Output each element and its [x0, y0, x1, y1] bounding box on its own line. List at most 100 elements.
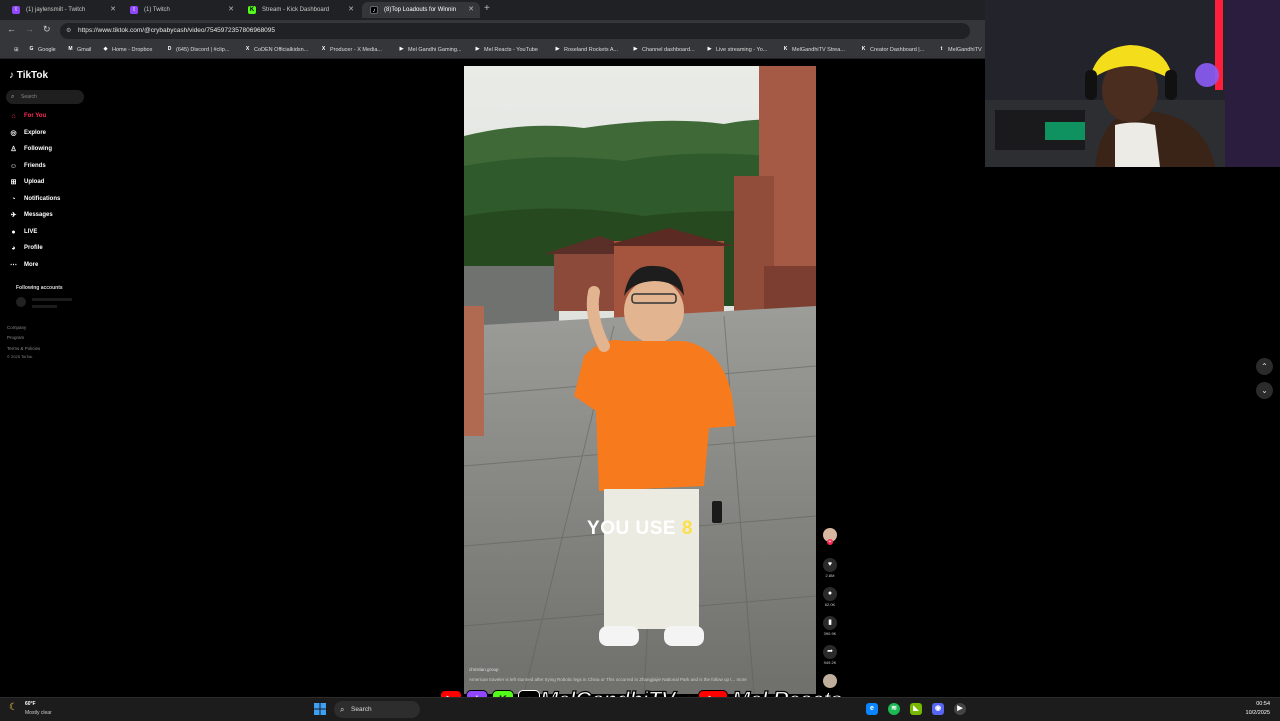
- close-icon[interactable]: ✕: [348, 2, 354, 18]
- twitch-icon: t: [130, 6, 138, 14]
- bookmark-label: Mel Gandhi Gaming...: [408, 47, 462, 53]
- apps-icon[interactable]: ⊞: [4, 45, 19, 55]
- bookmark-button[interactable]: ▮ 390.9K: [822, 616, 838, 636]
- edge-icon[interactable]: e: [866, 703, 878, 715]
- weather-description[interactable]: Mostly clear: [25, 710, 52, 716]
- discord-icon[interactable]: ◉: [932, 703, 944, 715]
- bookmark-favicon-icon: ▶: [399, 46, 404, 52]
- sidebar-item-label: More: [24, 261, 39, 268]
- footer-link-terms[interactable]: Terms & Policies: [7, 346, 40, 351]
- bookmark-item[interactable]: ▶ Live streaming - Yo...: [706, 45, 768, 55]
- nvidia-icon[interactable]: ◣: [910, 703, 922, 715]
- follow-plus-icon[interactable]: +: [827, 539, 833, 545]
- bookmark-item[interactable]: ▶ Channel dashboard...: [632, 45, 695, 55]
- video-description[interactable]: American traveler is left stunned after …: [469, 677, 819, 682]
- tab-title: Stream - Kick Dashboard: [262, 7, 330, 13]
- bookmark-label: Roseland Rockets A...: [564, 47, 619, 53]
- creator-avatar[interactable]: +: [822, 528, 838, 545]
- live-icon: ●: [11, 228, 16, 236]
- clock-date[interactable]: 10/2/2025: [1238, 710, 1270, 716]
- compass-icon: ◎: [10, 129, 17, 137]
- caption-text: YOU USE: [587, 518, 682, 539]
- sidebar-item-label: Upload: [24, 179, 45, 185]
- bookmark-item[interactable]: ◆ Home - Dropbox: [102, 45, 153, 55]
- bookmark-item[interactable]: ▶ Mel Reacts - YouTube: [474, 45, 538, 55]
- new-tab-button[interactable]: +: [484, 3, 490, 14]
- sidebar-item-upload[interactable]: ⊞ Upload: [9, 178, 45, 187]
- bookmark-favicon-icon: ▶: [475, 46, 480, 52]
- bookmark-item[interactable]: D (645) Discord | #clip...: [166, 45, 230, 55]
- bookmarks-bar: ⊞ G Google M Gmail ◆ Home - Dropbox D (645) Dis…: [0, 42, 985, 59]
- video-author[interactable]: christian.group: [469, 667, 499, 672]
- bookmark-favicon-icon: ▶: [707, 46, 712, 52]
- sidebar-item-label: For You: [24, 113, 47, 119]
- bookmark-item[interactable]: K Creator Dashboard |...: [860, 45, 925, 55]
- copyright: © 2025 TikTok: [7, 354, 33, 359]
- clock-time[interactable]: 00:54: [1238, 701, 1270, 707]
- sidebar-item-label: Notifications: [24, 195, 61, 202]
- forward-arrow-icon[interactable]: →: [25, 24, 34, 34]
- sidebar-item-more[interactable]: ⋯ More: [9, 261, 38, 270]
- close-icon[interactable]: ✕: [468, 2, 474, 18]
- spotify-icon[interactable]: ≋: [888, 703, 900, 715]
- taskbar-search[interactable]: ⌕ Search: [334, 701, 420, 718]
- close-icon[interactable]: ✕: [110, 2, 116, 18]
- sidebar-item-explore[interactable]: ◎ Explore: [9, 129, 46, 138]
- url-text: https://www.tiktok.com/@crybabycash/vide…: [78, 27, 276, 34]
- sidebar-item-following[interactable]: ♙ Following: [9, 145, 52, 154]
- weather-icon[interactable]: ☾: [9, 702, 18, 713]
- back-arrow-icon[interactable]: ←: [7, 24, 16, 34]
- weather-temperature[interactable]: 60°F: [25, 701, 36, 707]
- search-placeholder: Search: [21, 94, 37, 100]
- windows-start-icon[interactable]: [314, 703, 326, 715]
- comment-button[interactable]: ● 62.0K: [822, 587, 838, 607]
- address-bar[interactable]: ⚙ https://www.tiktok.com/@crybabycash/vi…: [60, 23, 970, 39]
- loading-placeholder: [32, 305, 57, 308]
- share-button[interactable]: ➦ 949.2K: [822, 645, 838, 665]
- tiktok-logo[interactable]: ♪ TikTok: [9, 70, 48, 81]
- bookmark-item[interactable]: ▶ Mel Gandhi Gaming...: [398, 45, 462, 55]
- bookmark-item[interactable]: K MelGandhiTV Strea...: [782, 45, 845, 55]
- bookmark-item[interactable]: G Google: [28, 45, 56, 55]
- browser-tab[interactable]: t (1) Twitch ✕: [122, 2, 240, 18]
- scroll-up-button[interactable]: ⌃: [1256, 358, 1273, 375]
- browser-tab[interactable]: K Stream - Kick Dashboard ✕: [240, 2, 360, 18]
- following-icon: ♙: [10, 146, 17, 153]
- search-input[interactable]: ⌕ Search: [6, 90, 84, 104]
- sidebar-item-label: Profile: [24, 245, 43, 251]
- bookmark-favicon-icon: G: [29, 46, 34, 52]
- action-count: 2.8M: [825, 573, 835, 578]
- site-info-icon[interactable]: ⚙: [66, 23, 71, 39]
- windows-taskbar: ☾ 60°F Mostly clear ⌕ Search e ≋ ◣ ◉ ▶ 0…: [0, 697, 1280, 721]
- browser-toolbar: ← → ↻ ⚙ https://www.tiktok.com/@crybabyc…: [0, 20, 985, 42]
- footer-link-program[interactable]: Program: [7, 335, 24, 340]
- message-icon: ✈: [10, 212, 17, 219]
- bookmark-favicon-icon: K: [861, 46, 866, 52]
- scroll-down-button[interactable]: ⌄: [1256, 382, 1273, 399]
- bookmark-item[interactable]: X Producer - X Media...: [320, 45, 382, 55]
- bookmark-item[interactable]: ▶ Roseland Rockets A...: [554, 45, 619, 55]
- media-player-icon[interactable]: ▶: [954, 703, 966, 715]
- sidebar-item-friends[interactable]: ☺ Friends: [9, 162, 46, 171]
- sidebar-item-messages[interactable]: ✈ Messages: [9, 211, 53, 220]
- reload-icon[interactable]: ↻: [43, 24, 51, 35]
- bookmark-item[interactable]: t MelGandhiTV: [938, 45, 982, 55]
- more-icon: ⋯: [10, 261, 17, 269]
- bookmark-item[interactable]: X CoDEN Officialkidsn...: [244, 45, 308, 55]
- heart-button[interactable]: ♥ 2.8M: [822, 558, 838, 578]
- home-icon: ⌂: [11, 113, 16, 120]
- avatar[interactable]: [16, 297, 26, 307]
- browser-tab-active[interactable]: ♪ (8)Top Loadouts for Winnin ✕: [362, 2, 480, 18]
- sidebar-item-profile[interactable]: ◕ Profile: [9, 244, 43, 253]
- footer-link-company[interactable]: Company: [7, 325, 26, 330]
- video-player[interactable]: [464, 66, 816, 694]
- close-icon[interactable]: ✕: [228, 2, 234, 18]
- sidebar-item-for-you[interactable]: ⌂ For You: [9, 112, 46, 121]
- tab-title: (8)Top Loadouts for Winnin: [384, 7, 457, 13]
- bookmark-icon: ▮: [823, 616, 837, 630]
- browser-tab[interactable]: t (1) jaylensmilt - Twitch ✕: [4, 2, 122, 18]
- bookmark-label: (645) Discord | #clip...: [176, 47, 230, 53]
- sidebar-item-live[interactable]: ● LIVE: [9, 228, 37, 237]
- bookmark-item[interactable]: M Gmail: [67, 45, 91, 55]
- sidebar-item-notifications[interactable]: ◔ Notifications: [9, 195, 60, 204]
